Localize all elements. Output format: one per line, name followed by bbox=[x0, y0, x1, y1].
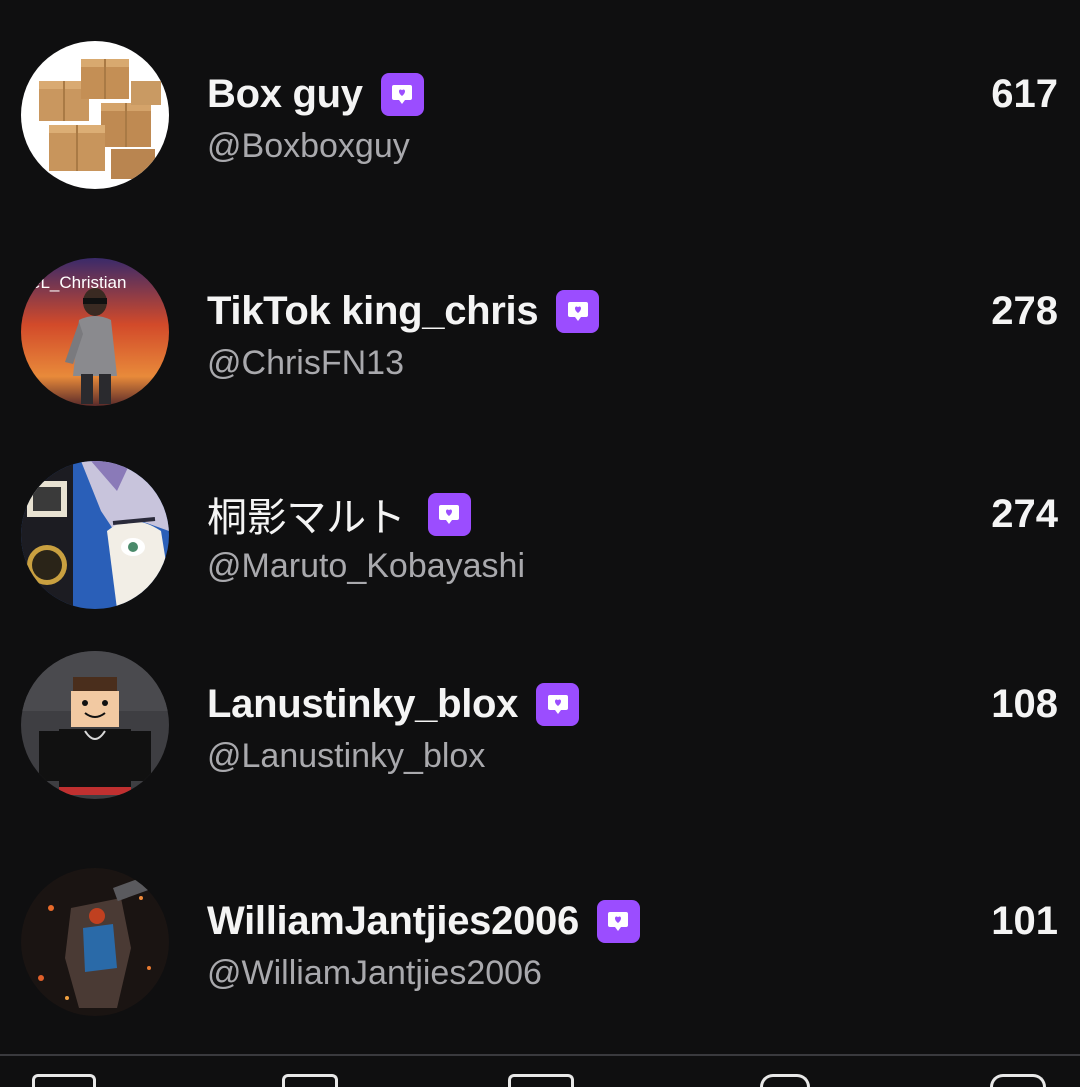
heart-chat-icon bbox=[380, 72, 424, 116]
user-count: 108 bbox=[991, 682, 1058, 726]
create-icon[interactable] bbox=[508, 1074, 574, 1087]
list-item[interactable]: Lanustinky_blox @Lanustinky_blox 108 bbox=[0, 610, 1080, 799]
profile-icon[interactable] bbox=[990, 1074, 1046, 1087]
heart-chat-icon bbox=[536, 682, 580, 726]
user-handle: @Boxboxguy bbox=[207, 127, 410, 165]
heart-chat-icon bbox=[427, 492, 471, 536]
user-handle: @ChrisFN13 bbox=[207, 344, 404, 382]
avatar-overlay-text: eL_Christian bbox=[31, 273, 126, 292]
user-name[interactable]: Lanustinky_blox bbox=[207, 682, 518, 727]
list-item[interactable]: Box guy @Boxboxguy 617 bbox=[0, 0, 1080, 189]
explore-icon[interactable] bbox=[282, 1074, 338, 1087]
avatar[interactable] bbox=[21, 461, 169, 609]
user-count: 278 bbox=[991, 289, 1058, 333]
list-item[interactable]: 桐影マルト @Maruto_Kobayashi 274 bbox=[0, 420, 1080, 609]
user-count: 617 bbox=[991, 72, 1058, 116]
list-item[interactable]: eL_Christian TikTok king_chris @ChrisFN1… bbox=[0, 217, 1080, 406]
user-name[interactable]: Box guy bbox=[207, 72, 363, 117]
inbox-icon[interactable] bbox=[760, 1074, 810, 1087]
avatar[interactable] bbox=[21, 41, 169, 189]
user-handle: @Maruto_Kobayashi bbox=[207, 547, 526, 585]
user-name[interactable]: WilliamJantjies2006 bbox=[207, 899, 579, 944]
avatar[interactable] bbox=[21, 651, 169, 799]
heart-chat-icon bbox=[556, 289, 600, 333]
user-name[interactable]: 桐影マルト bbox=[207, 485, 406, 543]
bottom-nav bbox=[0, 1056, 1080, 1087]
home-icon[interactable] bbox=[32, 1074, 96, 1087]
user-count: 101 bbox=[991, 899, 1058, 943]
avatar[interactable] bbox=[21, 868, 169, 1016]
list-item[interactable]: WilliamJantjies2006 @WilliamJantjies2006… bbox=[0, 827, 1080, 1016]
user-name[interactable]: TikTok king_chris bbox=[207, 289, 539, 334]
avatar[interactable]: eL_Christian bbox=[21, 258, 169, 406]
user-handle: @WilliamJantjies2006 bbox=[207, 954, 542, 992]
user-count: 274 bbox=[991, 492, 1058, 536]
user-handle: @Lanustinky_blox bbox=[207, 737, 486, 775]
heart-chat-icon bbox=[596, 899, 640, 943]
